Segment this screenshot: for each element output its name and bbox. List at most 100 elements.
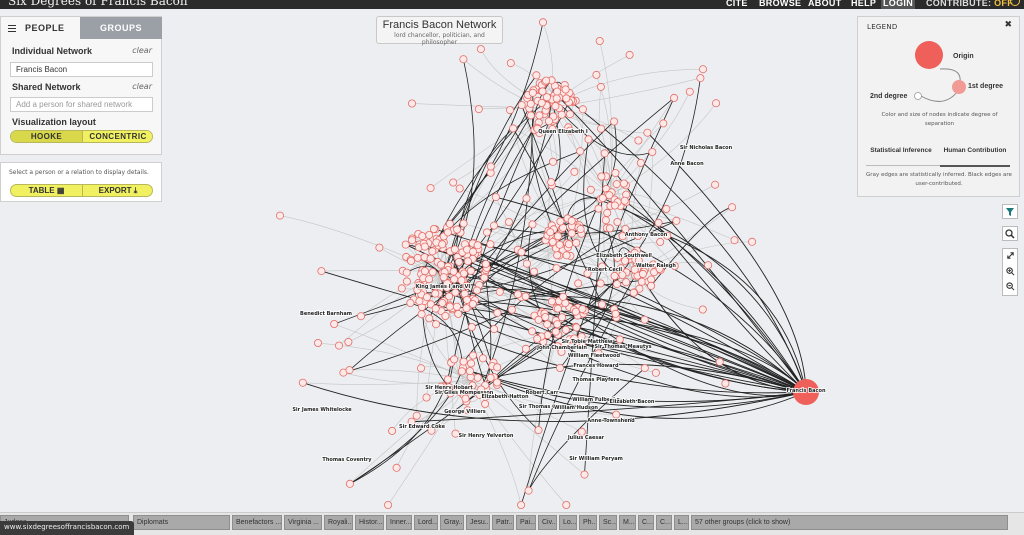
group-tag[interactable]: C... [656,515,672,530]
network-node[interactable] [748,237,757,246]
network-node[interactable] [528,327,537,336]
network-node[interactable] [417,310,426,319]
network-node[interactable] [640,315,649,324]
network-node[interactable] [534,426,543,435]
group-tag[interactable]: Civ... [538,515,557,530]
network-node[interactable] [572,323,581,332]
network-node[interactable] [576,147,585,156]
network-node[interactable] [453,225,462,234]
network-node[interactable] [625,50,634,59]
nav-about[interactable]: ABOUT [808,0,842,8]
network-node[interactable] [528,88,537,97]
network-node[interactable] [505,106,514,115]
network-node[interactable] [476,45,485,54]
network-node[interactable] [441,311,450,320]
network-node[interactable] [561,325,570,334]
network-node[interactable] [486,373,495,382]
network-node[interactable] [541,313,550,322]
network-node[interactable] [539,18,548,27]
network-node[interactable] [452,302,461,311]
network-node[interactable] [467,359,476,368]
network-node[interactable] [445,219,454,228]
network-node[interactable] [562,251,571,260]
table-button[interactable]: TABLE ▦ [11,185,82,196]
network-node[interactable] [407,99,416,108]
legend-tab-statistical[interactable]: Statistical Inference [866,146,936,155]
network-node[interactable] [638,269,647,278]
network-node[interactable] [610,201,619,210]
help-circle-icon[interactable] [1010,0,1020,6]
network-node[interactable] [601,216,610,225]
network-node[interactable] [490,325,499,334]
network-node[interactable] [548,237,557,246]
network-node[interactable] [574,279,583,288]
network-node[interactable] [482,228,491,237]
network-node[interactable] [429,224,438,233]
network-node[interactable] [596,82,605,91]
network-node[interactable] [450,275,459,284]
network-node[interactable] [489,221,498,230]
network-node[interactable] [431,320,440,329]
network-node[interactable] [517,248,526,257]
network-node[interactable] [551,327,560,336]
network-node[interactable] [647,281,656,290]
network-node[interactable] [542,76,551,85]
network-node[interactable] [449,267,458,276]
network-node[interactable] [592,70,601,79]
network-node[interactable] [425,314,434,323]
network-node[interactable] [553,87,562,96]
network-node[interactable] [533,334,542,343]
network-node[interactable] [522,194,531,203]
network-node[interactable] [556,217,565,226]
group-tag[interactable]: C... [638,515,654,530]
legend-tab-human[interactable]: Human Contribution [940,146,1010,155]
network-node[interactable] [597,124,606,133]
group-tag[interactable]: Lo... [559,515,577,530]
network-node[interactable] [445,292,454,301]
network-node[interactable] [418,232,427,241]
network-node[interactable] [611,309,620,318]
network-node[interactable] [578,304,587,313]
network-node[interactable] [425,230,434,239]
network-node[interactable] [640,364,649,373]
network-node[interactable] [578,105,587,114]
network-node[interactable] [634,136,643,145]
network-node[interactable] [481,259,490,268]
network-node[interactable] [598,300,607,309]
group-tag[interactable]: L... [674,515,689,530]
network-node[interactable] [552,264,561,273]
network-node[interactable] [478,354,487,363]
group-tag[interactable]: Patr... [492,515,514,530]
site-title[interactable]: Six Degrees of Francis Bacon [8,0,188,8]
network-node[interactable] [524,486,533,495]
nav-browse[interactable]: BROWSE [759,0,801,8]
network-node[interactable] [345,366,354,375]
network-node[interactable] [493,363,502,372]
network-node[interactable] [558,313,567,322]
network-node[interactable] [543,320,552,329]
network-node[interactable] [469,247,478,256]
network-node[interactable] [486,240,495,249]
network-node[interactable] [699,65,708,74]
network-node[interactable] [493,308,502,317]
network-node[interactable] [600,149,609,158]
network-node[interactable] [537,98,546,107]
network-node[interactable] [438,240,447,249]
network-node[interactable] [521,292,530,301]
network-node[interactable] [594,204,603,213]
network-node[interactable] [532,71,541,80]
tab-people[interactable]: PEOPLE [1,17,80,39]
network-node[interactable] [651,368,660,377]
network-node[interactable] [566,110,575,119]
network-node[interactable] [507,305,516,314]
network-node[interactable] [344,337,353,346]
network-node[interactable] [425,275,434,284]
group-tag[interactable]: Benefactors ... [232,515,282,530]
network-node[interactable] [656,237,665,246]
network-node[interactable] [553,251,562,260]
network-node[interactable] [491,193,500,202]
network-node[interactable] [356,312,365,321]
network-node[interactable] [672,216,681,225]
network-node[interactable] [457,367,466,376]
network-node[interactable] [571,307,580,316]
